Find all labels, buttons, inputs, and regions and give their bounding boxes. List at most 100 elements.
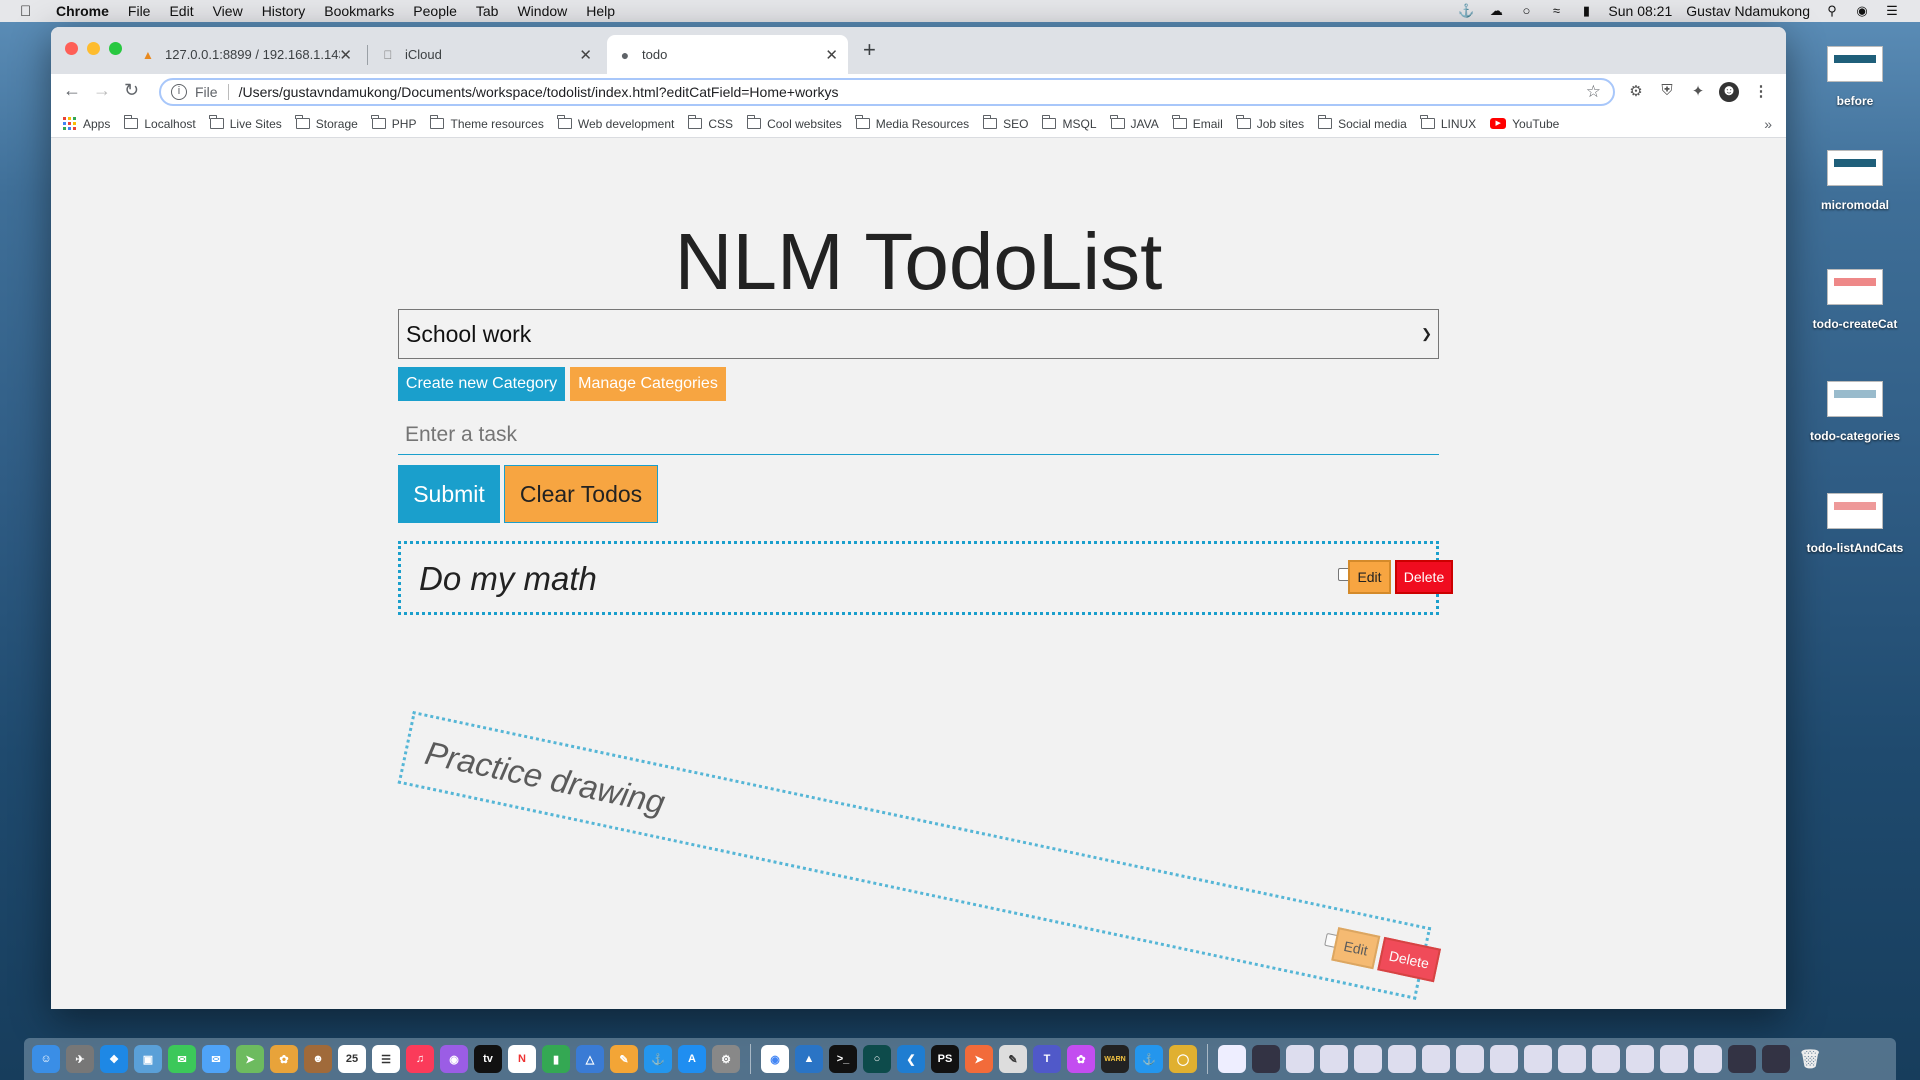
extensions-puzzle-icon[interactable]: ✦: [1688, 82, 1708, 102]
zoom-window-button[interactable]: [109, 42, 122, 55]
vscode-icon[interactable]: ❮: [897, 1045, 925, 1073]
flower-app-icon[interactable]: ✿: [1067, 1045, 1095, 1073]
clear-todos-button[interactable]: Clear Todos: [504, 465, 658, 523]
numbers-icon[interactable]: ▮: [542, 1045, 570, 1073]
extension-shield-icon[interactable]: ⛨: [1657, 82, 1677, 102]
trash-icon[interactable]: 🗑: [1796, 1045, 1824, 1073]
bookmark-folder-cool-websites[interactable]: Cool websites: [746, 115, 842, 131]
bookmark-folder-seo[interactable]: SEO: [982, 115, 1028, 131]
bookmark-folder-email[interactable]: Email: [1172, 115, 1223, 131]
menubar-user[interactable]: Gustav Ndamukong: [1686, 3, 1810, 19]
music-icon[interactable]: ♫: [406, 1045, 434, 1073]
preview-icon[interactable]: ▣: [134, 1045, 162, 1073]
menu-window[interactable]: Window: [517, 3, 567, 19]
menu-view[interactable]: View: [213, 3, 243, 19]
menu-history[interactable]: History: [262, 3, 306, 19]
screenshot-thumb-icon[interactable]: [1354, 1045, 1382, 1073]
pages-icon[interactable]: ✎: [610, 1045, 638, 1073]
screenshot-thumb-icon[interactable]: [1320, 1045, 1348, 1073]
maps-icon[interactable]: ➤: [236, 1045, 264, 1073]
bookmark-folder-job-sites[interactable]: Job sites: [1236, 115, 1304, 131]
wifi-icon[interactable]: ≈: [1548, 4, 1564, 18]
siri-icon[interactable]: ◉: [1854, 4, 1870, 18]
bookmark-folder-php[interactable]: PHP: [371, 115, 416, 131]
menu-help[interactable]: Help: [586, 3, 615, 19]
bookmark-star-icon[interactable]: ☆: [1586, 82, 1601, 102]
menu-app-name[interactable]: Chrome: [56, 3, 109, 19]
new-tab-plus-icon[interactable]: +: [863, 37, 876, 63]
close-tab-icon[interactable]: ✕: [339, 46, 352, 64]
menu-edit[interactable]: Edit: [169, 3, 193, 19]
textedit-icon[interactable]: ✎: [999, 1045, 1027, 1073]
screenshot-thumb-icon[interactable]: [1728, 1045, 1756, 1073]
messages-icon[interactable]: ✉: [168, 1045, 196, 1073]
menu-file[interactable]: File: [128, 3, 151, 19]
tab-todo[interactable]: ● todo ✕: [607, 35, 848, 74]
creative-cloud-icon[interactable]: ○: [1518, 4, 1534, 18]
tab-phpmyadmin[interactable]: ▲ 127.0.0.1:8899 / 192.168.1.143 ✕: [130, 35, 362, 74]
desktop-file-todo-categories[interactable]: todo-categories: [1805, 381, 1905, 443]
submit-button[interactable]: Submit: [398, 465, 500, 523]
desktop-file-before[interactable]: before: [1805, 46, 1905, 108]
gitkraken-icon[interactable]: ○: [863, 1045, 891, 1073]
close-tab-icon[interactable]: ✕: [825, 46, 838, 64]
site-info-icon[interactable]: i: [171, 84, 187, 100]
forward-arrow-icon[interactable]: →: [93, 80, 111, 101]
desktop-file-micromodal[interactable]: micromodal: [1805, 150, 1905, 212]
desktop-file-todo-listandcats[interactable]: todo-listAndCats: [1805, 493, 1905, 555]
bookmark-folder-live-sites[interactable]: Live Sites: [209, 115, 282, 131]
mail-icon[interactable]: ✉: [202, 1045, 230, 1073]
bookmark-folder-localhost[interactable]: Localhost: [123, 115, 196, 131]
document-icon[interactable]: [1218, 1045, 1246, 1073]
screenshot-thumb-icon[interactable]: [1286, 1045, 1314, 1073]
address-bar[interactable]: i File /Users/gustavndamukong/Documents/…: [159, 78, 1615, 106]
finder-icon[interactable]: ☺: [32, 1045, 60, 1073]
category-select[interactable]: School work ❯: [398, 309, 1439, 359]
docker-icon[interactable]: ⚓: [644, 1045, 672, 1073]
podcasts-icon[interactable]: ◉: [440, 1045, 468, 1073]
app-store-icon[interactable]: A: [678, 1045, 706, 1073]
screenshot-thumb-icon[interactable]: [1558, 1045, 1586, 1073]
more-bookmarks-chevron-icon[interactable]: »: [1764, 116, 1772, 132]
edit-todo-button[interactable]: Edit: [1331, 927, 1381, 970]
extension-gear-icon[interactable]: ⚙: [1626, 82, 1646, 102]
todo-item-dragging[interactable]: Practice drawing Edit Delete: [397, 711, 1441, 1000]
calendar-icon[interactable]: 25: [338, 1045, 366, 1073]
reload-icon[interactable]: ↻: [124, 80, 139, 101]
filezilla-icon[interactable]: ▲: [795, 1045, 823, 1073]
safari-icon[interactable]: ❖: [100, 1045, 128, 1073]
bookmark-folder-storage[interactable]: Storage: [295, 115, 358, 131]
bookmark-folder-social-media[interactable]: Social media: [1317, 115, 1407, 131]
keynote-icon[interactable]: △: [576, 1045, 604, 1073]
screenshot-thumb-icon[interactable]: [1762, 1045, 1790, 1073]
bookmark-apps[interactable]: Apps: [63, 117, 110, 131]
bookmark-folder-media-resources[interactable]: Media Resources: [855, 115, 969, 131]
profile-avatar-icon[interactable]: ☻: [1719, 82, 1739, 102]
launchpad-icon[interactable]: ✈: [66, 1045, 94, 1073]
close-tab-icon[interactable]: ✕: [579, 46, 592, 64]
apple-tv-icon[interactable]: tv: [474, 1045, 502, 1073]
desktop-file-todo-createcat[interactable]: todo-createCat: [1805, 269, 1905, 331]
chrome-icon[interactable]: ◉: [761, 1045, 789, 1073]
create-category-button[interactable]: Create new Category: [398, 367, 565, 401]
system-preferences-icon[interactable]: ⚙: [712, 1045, 740, 1073]
screenshot-thumb-icon[interactable]: [1388, 1045, 1416, 1073]
menu-bookmarks[interactable]: Bookmarks: [324, 3, 394, 19]
tab-icloud[interactable]:  iCloud ✕: [370, 35, 602, 74]
bookmark-folder-theme-resources[interactable]: Theme resources: [429, 115, 544, 131]
battery-icon[interactable]: ▮: [1578, 4, 1594, 18]
menu-people[interactable]: People: [413, 3, 457, 19]
screenshot-thumb-icon[interactable]: [1694, 1045, 1722, 1073]
contacts-icon[interactable]: ☻: [304, 1045, 332, 1073]
screenshot-thumb-icon[interactable]: [1422, 1045, 1450, 1073]
bookmark-youtube[interactable]: ▶ YouTube: [1490, 117, 1559, 131]
bookmark-folder-linux[interactable]: LINUX: [1420, 115, 1476, 131]
spotlight-search-icon[interactable]: ⚲: [1824, 4, 1840, 18]
screenshot-thumb-icon[interactable]: [1592, 1045, 1620, 1073]
photos-icon[interactable]: ✿: [270, 1045, 298, 1073]
cloud-sync-icon[interactable]: ☁: [1488, 4, 1504, 18]
sequel-database-icon[interactable]: ◯: [1169, 1045, 1197, 1073]
docker-status-icon[interactable]: ⚓: [1458, 4, 1474, 18]
edit-todo-button[interactable]: Edit: [1348, 560, 1391, 594]
task-input[interactable]: [398, 415, 1439, 455]
